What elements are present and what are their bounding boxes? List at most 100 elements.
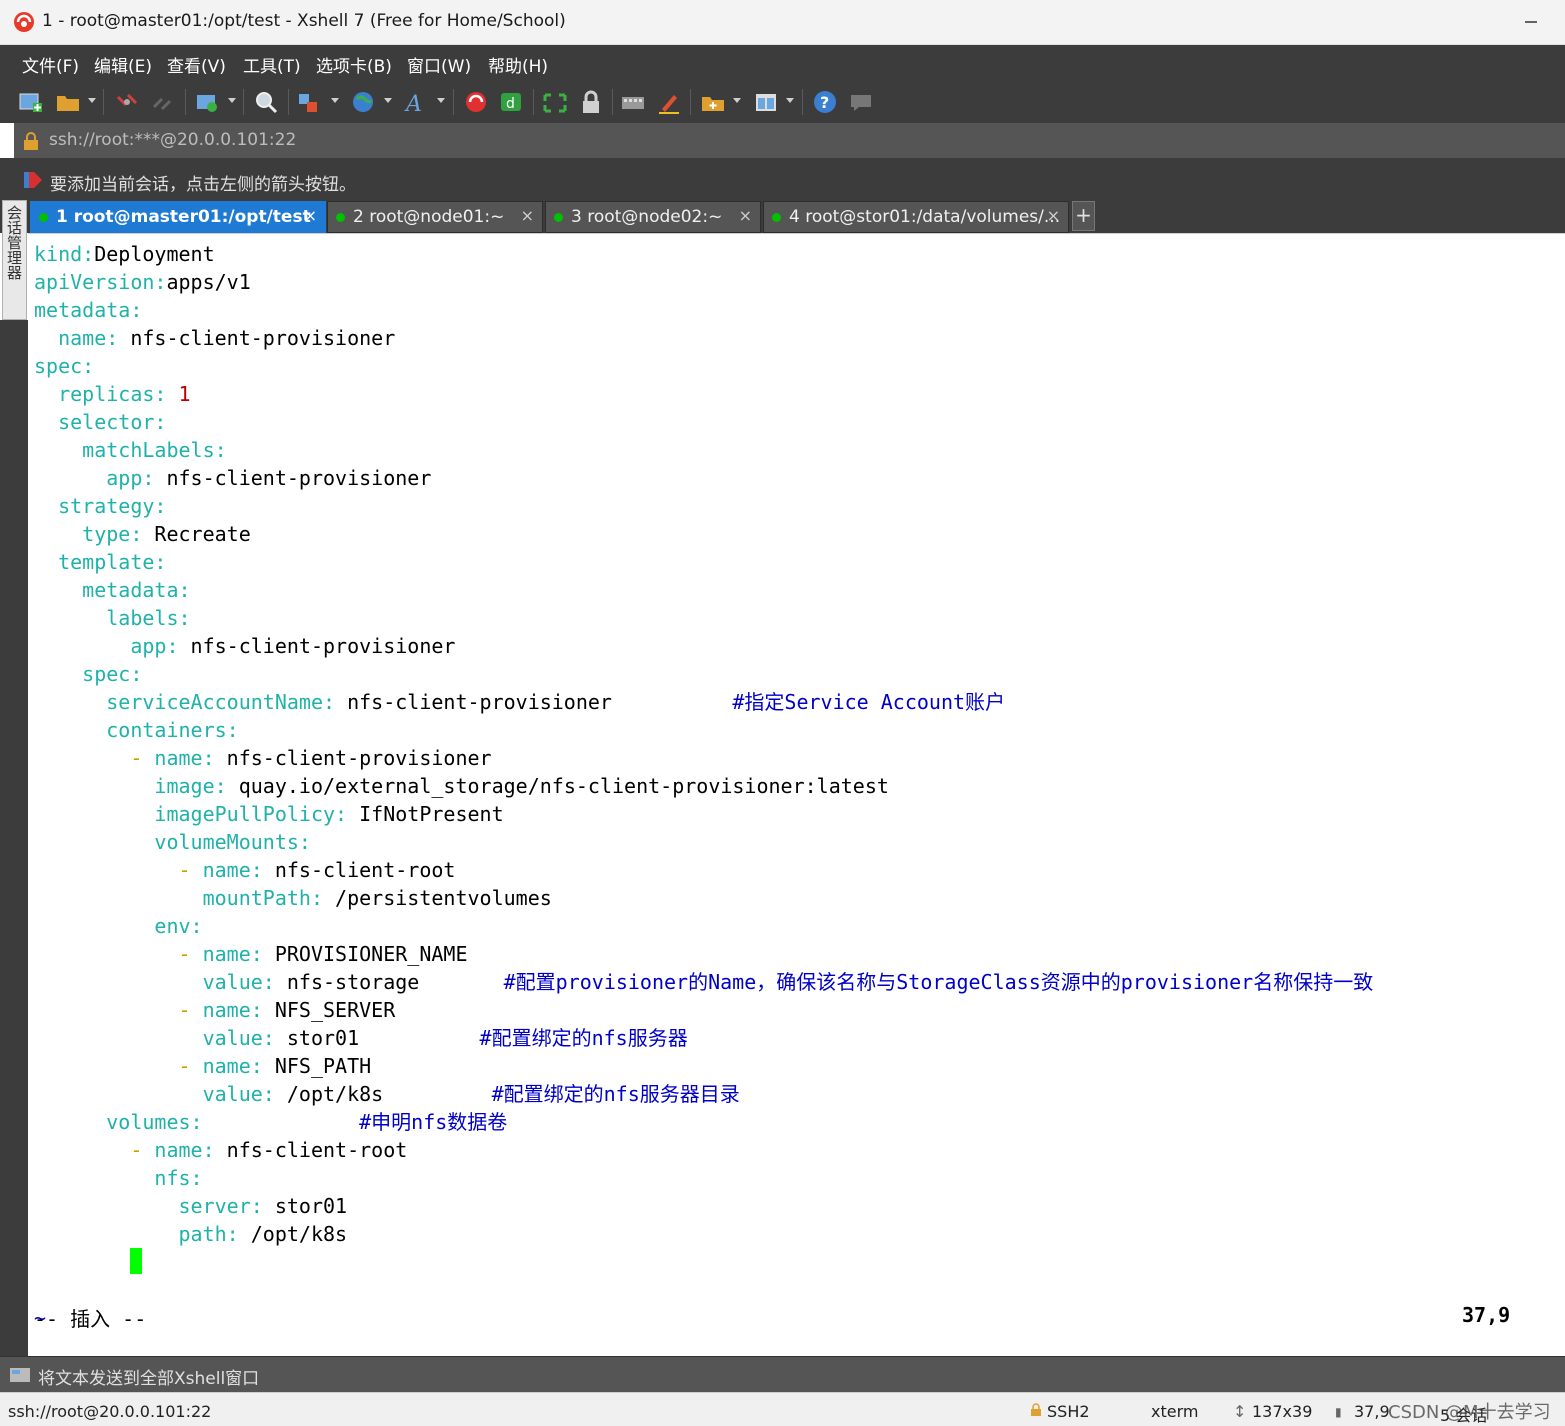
menu-tools[interactable]: 工具(T) [243, 52, 301, 77]
connected-status-icon [772, 213, 781, 222]
open-dropdown-icon[interactable] [88, 98, 96, 103]
yaml-key: volumes: [106, 1110, 203, 1134]
new-session-icon[interactable] [18, 87, 44, 117]
terminal-line: value: nfs-storage #配置provisioner的Name，确… [34, 968, 1374, 996]
terminal-line: app: nfs-client-provisioner [34, 632, 455, 660]
terminal-line: value: /opt/k8s #配置绑定的nfs服务器目录 [34, 1080, 740, 1108]
code-text: /opt/k8s [238, 1222, 348, 1246]
keyboard-icon[interactable] [620, 87, 646, 117]
menu-help[interactable]: 帮助(H) [488, 52, 548, 77]
properties-dropdown-icon[interactable] [228, 98, 236, 103]
yaml-key: path: [178, 1222, 239, 1246]
compose-bar-label: 将文本发送到全部Xshell窗口 [38, 1369, 260, 1389]
layout-icon[interactable] [753, 87, 779, 117]
yaml-key: imagePullPolicy: [154, 802, 348, 826]
new-tab-group-icon[interactable] [700, 87, 726, 117]
close-icon[interactable]: × [304, 206, 317, 225]
globe-icon[interactable] [350, 87, 376, 117]
menu-window[interactable]: 窗口(W) [407, 52, 471, 77]
open-folder-icon[interactable] [55, 87, 81, 117]
tab-label: 1 root@master01:/opt/test [56, 207, 311, 227]
svg-text:?: ? [820, 93, 829, 112]
terminal-line: server: stor01 [34, 1192, 348, 1220]
globe-dropdown-icon[interactable] [384, 98, 392, 103]
yaml-key: app: [106, 466, 155, 490]
xmanager-icon[interactable]: d [498, 87, 524, 117]
help-icon[interactable]: ? [812, 87, 838, 117]
xftp-icon[interactable] [463, 87, 489, 117]
properties-icon[interactable] [194, 87, 220, 117]
terminal-view[interactable]: kind:Deployment apiVersion:apps/v1 metadat… [28, 233, 1565, 1351]
yaml-key: metadata: [34, 298, 143, 322]
close-icon[interactable]: × [739, 206, 752, 225]
menu-edit[interactable]: 编辑(E) [94, 52, 152, 77]
layout-dropdown-icon[interactable] [786, 98, 794, 103]
code-comment: #配置绑定的nfs服务器目录 [491, 1082, 740, 1106]
disconnect-icon[interactable] [114, 87, 140, 117]
fullscreen-icon[interactable] [542, 87, 568, 117]
status-connection: ssh://root@20.0.0.101:22 [8, 1402, 212, 1421]
session-manager-toggle[interactable]: 会话管理器 [2, 200, 27, 320]
yaml-key: matchLabels: [82, 438, 227, 462]
status-cursor: 37,9 [1354, 1402, 1390, 1421]
terminal-line: volumeMounts: [34, 828, 311, 856]
yaml-key: spec: [34, 354, 95, 378]
tab-1[interactable]: 1 root@master01:/opt/test × [30, 201, 326, 233]
code-text: NFS_PATH [262, 1054, 372, 1078]
search-icon[interactable] [253, 87, 279, 117]
tab-2[interactable]: 2 root@node01:~ × [327, 201, 543, 233]
yaml-key: spec: [82, 662, 143, 686]
terminal-line: metadata: [34, 576, 190, 604]
yaml-key: serviceAccountName: [106, 690, 336, 714]
transfer-icon[interactable] [296, 87, 322, 117]
chat-icon[interactable] [848, 87, 874, 117]
yaml-key: containers: [106, 718, 239, 742]
tab-3[interactable]: 3 root@node02:~ × [545, 201, 761, 233]
code-text: stor01 [274, 1026, 480, 1050]
code-text: /opt/k8s [274, 1082, 492, 1106]
terminal-line: path: /opt/k8s [34, 1220, 348, 1248]
terminal-line: matchLabels: [34, 436, 227, 464]
menu-view[interactable]: 查看(V) [167, 52, 226, 77]
connected-status-icon [336, 213, 345, 222]
yaml-key: apiVersion: [34, 270, 167, 294]
tab-4[interactable]: 4 root@stor01:/data/volumes/... × [763, 201, 1069, 233]
terminal-line: serviceAccountName: nfs-client-provision… [34, 688, 1005, 716]
yaml-key: mountPath: [202, 886, 323, 910]
bookmark-arrow-icon[interactable] [22, 170, 44, 190]
highlight-icon[interactable] [656, 87, 682, 117]
status-bar: ssh://root@20.0.0.101:22 SSH2 xterm ↕ 13… [0, 1392, 1565, 1426]
lock-icon[interactable] [578, 87, 604, 117]
reconnect-icon[interactable] [150, 87, 176, 117]
code-text: NFS_SERVER [262, 998, 396, 1022]
terminal-line: metadata: [34, 296, 142, 324]
address-input[interactable]: ssh://root:***@20.0.0.101:22 [49, 130, 296, 150]
minimize-icon[interactable] [1517, 8, 1545, 36]
close-icon[interactable]: × [1047, 206, 1060, 225]
yaml-key: value: [202, 1082, 275, 1106]
font-dropdown-icon[interactable] [437, 98, 445, 103]
cursor-position-icon: ▮ [1335, 1405, 1342, 1419]
menu-tabs[interactable]: 选项卡(B) [316, 52, 392, 77]
close-icon[interactable]: × [521, 206, 534, 225]
font-icon[interactable]: A [403, 87, 429, 117]
tab-group-dropdown-icon[interactable] [733, 98, 741, 103]
transfer-dropdown-icon[interactable] [331, 98, 339, 103]
add-tab-button[interactable]: + [1072, 201, 1095, 231]
connected-status-icon [39, 213, 48, 222]
code-text: nfs-client-provisioner [154, 466, 432, 490]
compose-bar[interactable]: 将文本发送到全部Xshell窗口 [0, 1356, 1565, 1392]
compose-icon [10, 1368, 30, 1382]
menu-file[interactable]: 文件(F) [22, 52, 79, 77]
